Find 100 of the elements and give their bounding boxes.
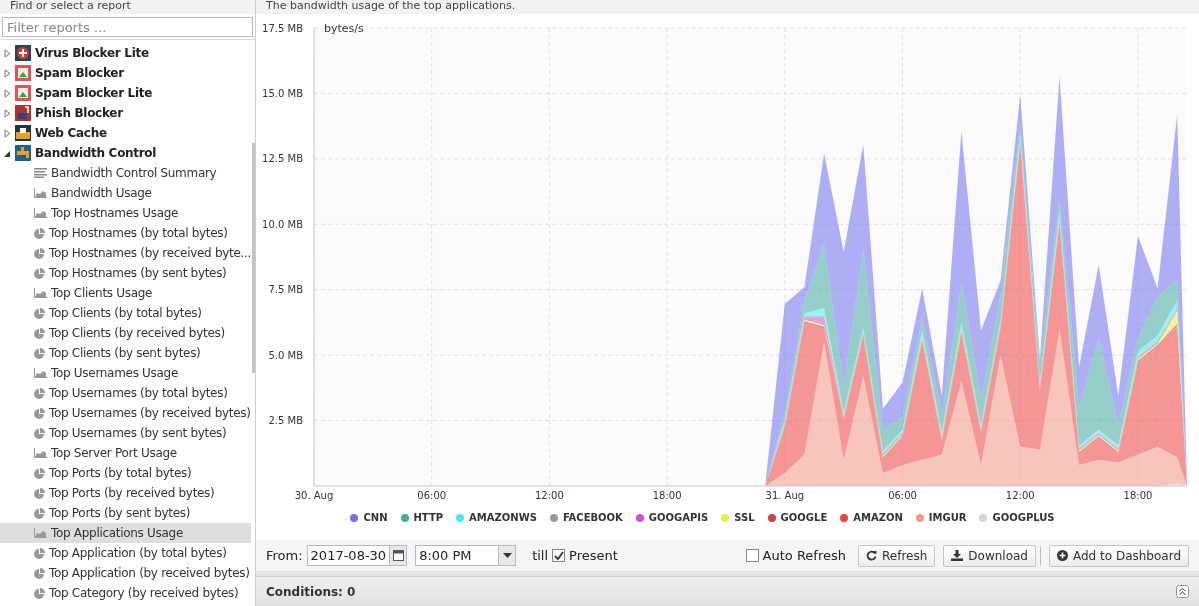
auto-refresh-label: Auto Refresh bbox=[762, 548, 846, 563]
pie-chart-icon bbox=[34, 327, 45, 339]
pie-chart-icon bbox=[34, 407, 45, 419]
time-select[interactable]: 8:00 PM bbox=[415, 545, 517, 566]
report-item[interactable]: Top Hostnames (by sent bytes) bbox=[0, 263, 252, 283]
envelope-icon bbox=[15, 65, 31, 81]
refresh-icon bbox=[866, 550, 877, 561]
tree-item[interactable]: Spam Blocker Lite bbox=[0, 83, 252, 103]
x-tick-label: 12:00 bbox=[1005, 490, 1035, 501]
y-tick-label: 10.0 MB bbox=[262, 218, 303, 230]
expand-icon[interactable] bbox=[1176, 585, 1189, 598]
add-to-dashboard-button[interactable]: Add to Dashboard bbox=[1049, 544, 1189, 567]
report-item[interactable]: Top Applications Usage bbox=[0, 523, 252, 543]
report-item[interactable]: Top Server Port Usage bbox=[0, 443, 252, 463]
pie-chart-icon bbox=[34, 427, 45, 439]
area-chart-icon bbox=[34, 288, 47, 298]
pie-chart-icon bbox=[34, 587, 45, 599]
tree-item[interactable]: Spam Blocker bbox=[0, 63, 252, 83]
report-item[interactable]: Top Ports (by total bytes) bbox=[0, 463, 252, 483]
legend-item[interactable]: AMAZONWS bbox=[456, 512, 537, 523]
area-chart-icon bbox=[34, 448, 47, 458]
pie-chart-icon bbox=[34, 487, 45, 499]
from-label: From: bbox=[266, 548, 303, 563]
report-item[interactable]: Top Usernames (by total bytes) bbox=[0, 383, 252, 403]
y-tick-label: 12.5 MB bbox=[262, 153, 303, 165]
y-tick-label: 5.0 MB bbox=[268, 349, 303, 361]
legend-item[interactable]: HTTP bbox=[400, 512, 444, 523]
lines-icon bbox=[34, 168, 47, 178]
legend-item[interactable]: GOOGAPIS bbox=[635, 512, 709, 523]
tree-item[interactable]: Phish Blocker bbox=[0, 103, 252, 123]
y-axis-title: bytes/s bbox=[324, 22, 364, 35]
till-label: till bbox=[532, 548, 549, 563]
legend-item[interactable]: FACEBOOK bbox=[549, 512, 623, 523]
tree-item[interactable]: Bandwidth Control bbox=[0, 143, 252, 163]
filter-field[interactable]: Filter reports ... bbox=[2, 17, 253, 37]
legend-item[interactable]: SSL bbox=[721, 512, 755, 523]
report-item[interactable]: Top Usernames Usage bbox=[0, 363, 252, 383]
pie-chart-icon bbox=[34, 247, 45, 259]
present-checkbox[interactable] bbox=[552, 549, 566, 562]
y-tick-label: 7.5 MB bbox=[268, 284, 303, 296]
faucet-icon bbox=[15, 145, 31, 161]
report-item[interactable]: Top Application (by received bytes) bbox=[0, 563, 252, 583]
report-item[interactable]: Bandwidth Usage bbox=[0, 183, 252, 203]
report-item[interactable]: Top Hostnames Usage bbox=[0, 203, 252, 223]
auto-refresh-checkbox[interactable] bbox=[745, 549, 759, 562]
pie-chart-icon bbox=[34, 567, 45, 579]
pie-chart-icon bbox=[34, 387, 45, 399]
report-item[interactable]: Top Clients (by received bytes) bbox=[0, 323, 252, 343]
tree-item[interactable]: Virus Blocker Lite bbox=[0, 43, 252, 63]
pie-chart-icon bbox=[34, 347, 45, 359]
x-tick-label: 30. Aug bbox=[294, 490, 334, 501]
legend-item[interactable]: CNN bbox=[350, 512, 388, 523]
legend-item[interactable]: GOOGLE bbox=[767, 512, 828, 523]
report-item[interactable]: Top Usernames (by received bytes) bbox=[0, 403, 252, 423]
x-tick-label: 31. Aug bbox=[765, 490, 805, 501]
conditions-label: Conditions: 0 bbox=[266, 584, 356, 599]
report-item[interactable]: Top Ports (by sent bytes) bbox=[0, 503, 252, 523]
legend-item[interactable]: IMGUR bbox=[915, 512, 967, 523]
calendar-icon[interactable] bbox=[392, 550, 404, 561]
pie-chart-icon bbox=[34, 307, 45, 319]
x-tick-label: 18:00 bbox=[1123, 490, 1153, 501]
cross-icon bbox=[15, 45, 31, 61]
download-button[interactable]: Download bbox=[943, 544, 1036, 567]
area-chart-icon bbox=[34, 208, 47, 218]
plus-circle-icon bbox=[1057, 550, 1068, 561]
report-item[interactable]: Top Usernames (by sent bytes) bbox=[0, 423, 252, 443]
area-chart-icon bbox=[34, 188, 47, 198]
report-item[interactable]: Top Clients Usage bbox=[0, 283, 252, 303]
present-label: Present bbox=[569, 548, 618, 563]
report-description: The bandwidth usage of the top applications. bbox=[256, 0, 1199, 14]
refresh-button[interactable]: Refresh bbox=[858, 544, 936, 567]
x-tick-label: 06:00 bbox=[417, 490, 447, 501]
report-item[interactable]: Top Category (by received bytes) bbox=[0, 583, 252, 603]
caret-icon bbox=[502, 553, 512, 558]
report-item[interactable]: Top Ports (by received bytes) bbox=[0, 483, 252, 503]
report-item[interactable]: Top Hostnames (by received byte... bbox=[0, 243, 252, 263]
report-item[interactable]: Top Clients (by sent bytes) bbox=[0, 343, 252, 363]
y-tick-label: 17.5 MB bbox=[262, 22, 303, 34]
report-item[interactable]: Top Application (by total bytes) bbox=[0, 543, 252, 563]
pie-chart-icon bbox=[34, 227, 45, 239]
pie-chart-icon bbox=[34, 507, 45, 519]
x-tick-label: 18:00 bbox=[652, 490, 682, 501]
date-field[interactable]: 2017-08-30 bbox=[306, 545, 408, 566]
area-chart-icon bbox=[34, 528, 47, 538]
area-chart-icon bbox=[34, 368, 47, 378]
panel-title: Find or select a report bbox=[0, 0, 255, 14]
pie-chart-icon bbox=[34, 467, 45, 479]
x-tick-label: 06:00 bbox=[888, 490, 917, 501]
report-item[interactable]: Bandwidth Control Summary bbox=[0, 163, 252, 183]
pie-chart-icon bbox=[34, 547, 45, 559]
y-tick-label: 15.0 MB bbox=[262, 87, 303, 99]
tree-item[interactable]: Web Cache bbox=[0, 123, 252, 143]
report-item[interactable]: Top Clients (by total bytes) bbox=[0, 303, 252, 323]
x-tick-label: 12:00 bbox=[535, 490, 564, 501]
legend-item[interactable]: GOOGPLUS bbox=[979, 512, 1055, 523]
report-item[interactable]: Top Hostnames (by total bytes) bbox=[0, 223, 252, 243]
y-tick-label: 2.5 MB bbox=[268, 415, 303, 427]
pie-chart-icon bbox=[34, 267, 45, 279]
legend-item[interactable]: AMAZON bbox=[840, 512, 903, 523]
download-icon bbox=[951, 550, 964, 561]
